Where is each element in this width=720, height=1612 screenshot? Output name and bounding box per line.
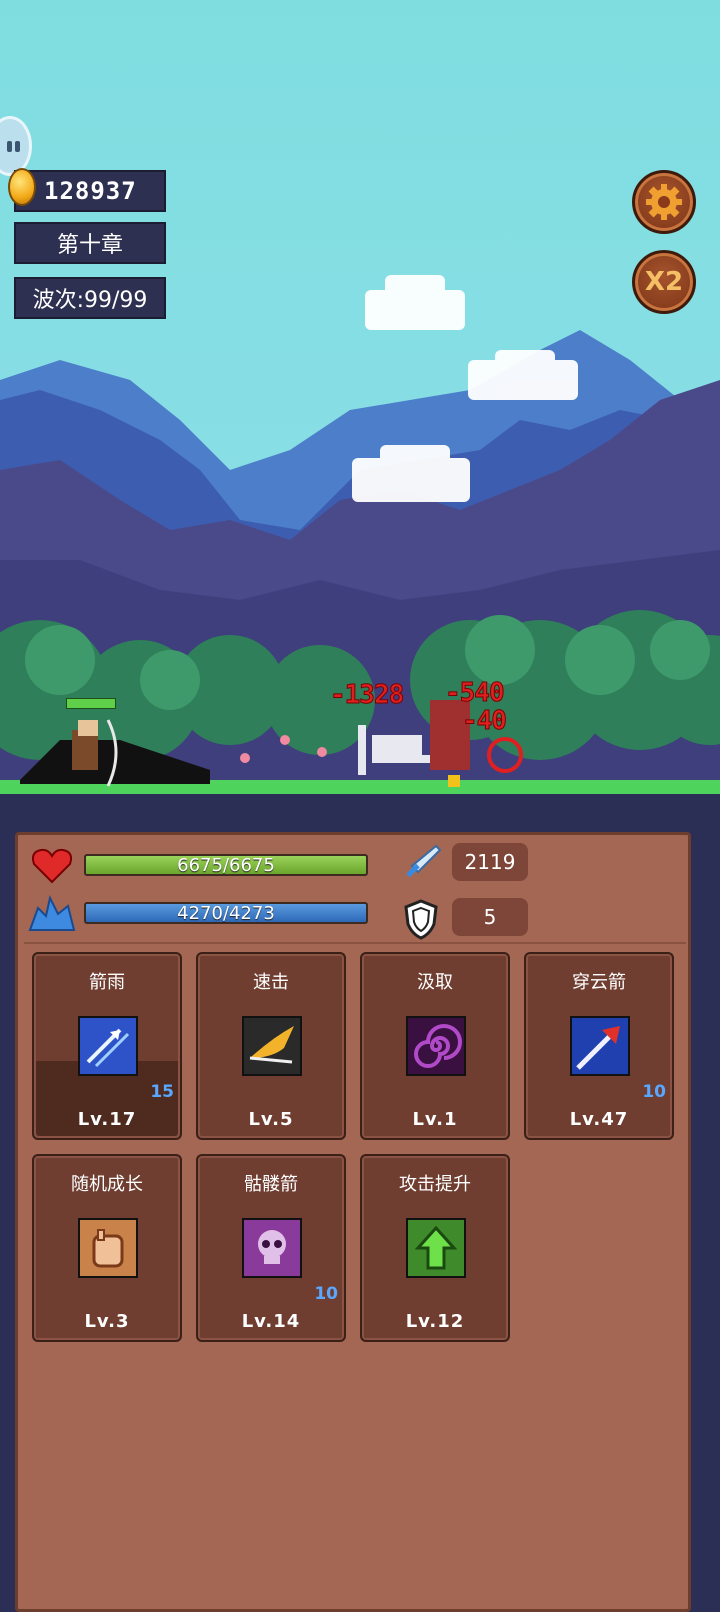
wave-counter: 波次:99/99 [14,277,166,319]
hp-bar: 6675/6675 [84,854,368,876]
skill-level: Lv.5 [248,1109,294,1130]
mp-bar: 4270/4273 [84,902,368,924]
skill-name: 攻击提升 [399,1174,471,1195]
damage-number: -1328 [329,680,404,711]
random-growth-icon [78,1218,138,1278]
gear-icon [646,184,682,220]
skill-name: 穿云箭 [572,972,626,993]
skill-card-arrow-rain[interactable]: 箭雨 15 Lv.17 [32,952,182,1140]
skull-arrow-icon [242,1218,302,1278]
quick-strike-icon [242,1016,302,1076]
skill-card-random-growth[interactable]: 随机成长 Lv.3 [32,1154,182,1342]
settings-button[interactable] [632,170,696,234]
drain-icon [406,1016,466,1076]
skill-card-piercing-arrow[interactable]: 穿云箭 10 Lv.47 [524,952,674,1140]
skill-name: 汲取 [417,972,453,993]
coin-icon [8,168,36,206]
skill-name: 随机成长 [71,1174,143,1195]
skill-name: 箭雨 [89,972,125,993]
skill-level: Lv.47 [569,1109,629,1130]
skill-level: Lv.14 [241,1311,301,1332]
hero-health-bar [66,698,116,709]
piercing-arrow-icon [570,1016,630,1076]
damage-number: -40 [462,706,508,737]
skill-card-attack-up[interactable]: 攻击提升 Lv.12 [360,1154,510,1342]
skill-card-drain[interactable]: 汲取 Lv.1 [360,952,510,1140]
sword-icon [406,844,442,878]
skill-level: Lv.12 [405,1311,465,1332]
skill-card-quick-strike[interactable]: 速击 Lv.5 [196,952,346,1140]
skill-level: Lv.1 [412,1109,458,1130]
skill-name: 速击 [253,972,289,993]
battle-scene: -1328 -540 -40 128937 第十章 波次:99/99 X2 [0,0,720,830]
skill-count: 10 [642,1082,666,1102]
attack-up-icon [406,1218,466,1278]
speed-x2-button[interactable]: X2 [632,250,696,314]
damage-number: -540 [445,678,506,709]
shield-icon [404,899,438,940]
skill-level: Lv.3 [84,1311,130,1332]
skill-name: 骷髅箭 [244,1174,298,1195]
heart-icon [31,848,73,884]
defense-value: 5 [452,898,528,936]
skill-count: 15 [150,1082,174,1102]
skill-card-skull-arrow[interactable]: 骷髅箭 10 Lv.14 [196,1154,346,1342]
skill-level: Lv.17 [77,1109,137,1130]
chapter-label: 第十章 [14,222,166,264]
skill-count: 10 [314,1284,338,1304]
coin-counter: 128937 [14,170,166,212]
arrow-rain-icon [78,1016,138,1076]
attack-value: 2119 [452,843,528,881]
mana-icon [28,895,76,931]
